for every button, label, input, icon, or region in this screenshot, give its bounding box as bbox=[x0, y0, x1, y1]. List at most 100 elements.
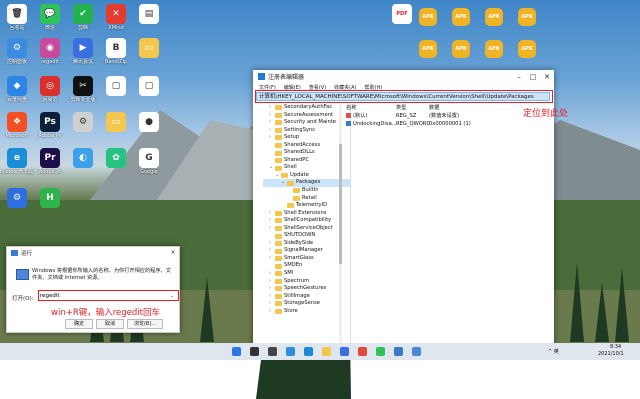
tree-node[interactable]: TelemetryID bbox=[263, 202, 350, 210]
apk-file-icon[interactable]: APK bbox=[516, 40, 538, 62]
tree-node[interactable]: Retail bbox=[263, 195, 350, 203]
chrome-icon[interactable] bbox=[358, 347, 367, 356]
desktop-shortcut[interactable]: Ps Adobe Ps bbox=[33, 112, 67, 139]
start-icon[interactable] bbox=[232, 347, 241, 356]
desktop-shortcut[interactable]: ⚙ 控制面板 bbox=[0, 38, 34, 65]
edge-icon[interactable] bbox=[304, 347, 313, 356]
registry-editor-window[interactable]: 注册表编辑器 – □ ✕ 文件(F) 编辑(E) 查看(V) 收藏夹(A) 帮助… bbox=[253, 70, 568, 399]
desktop-shortcut[interactable]: 💬 微信 bbox=[33, 4, 67, 31]
tree-node[interactable]: › SecureAssessment bbox=[263, 112, 350, 120]
app-icon: e bbox=[7, 148, 27, 168]
desktop-shortcut[interactable]: ✿ bbox=[99, 148, 133, 169]
desktop-shortcut[interactable]: ❖ Microsoft bbox=[0, 112, 34, 139]
desktop-shortcut[interactable]: ✕ XMind bbox=[99, 4, 133, 31]
apk-file-icon[interactable]: APK bbox=[417, 40, 439, 62]
widgets-icon[interactable] bbox=[286, 347, 295, 356]
tree-node[interactable]: › ShellCompatibility bbox=[263, 217, 350, 225]
desktop-shortcut[interactable]: ◎ 网易云 bbox=[33, 76, 67, 103]
minimize-icon[interactable]: – bbox=[512, 73, 526, 81]
tree-node[interactable]: › Security and Mainte bbox=[263, 119, 350, 127]
tree-node[interactable]: BuiltIn bbox=[263, 187, 350, 195]
app-icon: ✿ bbox=[106, 148, 126, 168]
tree-node[interactable]: SharedDLLs bbox=[263, 149, 350, 157]
desktop-shortcut[interactable]: ⚙ bbox=[0, 188, 34, 209]
tree-node[interactable]: › SecondaryAuthFac bbox=[263, 104, 350, 112]
tree-node[interactable]: › Store bbox=[263, 308, 350, 316]
tree-node[interactable]: ⌄ Packages bbox=[263, 179, 350, 188]
search-icon[interactable] bbox=[250, 347, 259, 356]
desktop-shortcut[interactable]: Pr Adobe Pr bbox=[33, 148, 67, 175]
desktop-shortcut[interactable]: G Google bbox=[132, 148, 166, 175]
clock-time[interactable]: 8:34 bbox=[610, 344, 621, 350]
regedit-icon[interactable] bbox=[394, 347, 403, 356]
tree-node[interactable]: SMDEn bbox=[263, 262, 350, 270]
tree-node[interactable]: › SMI bbox=[263, 270, 350, 278]
tree-node[interactable]: SHUTDOWN bbox=[263, 232, 350, 240]
scrollbar-thumb[interactable] bbox=[339, 144, 342, 264]
tree-node[interactable]: ⌄ Update bbox=[263, 172, 350, 180]
chevron-down-icon[interactable]: ⌄ bbox=[170, 293, 174, 299]
apk-file-icon[interactable]: APK bbox=[516, 8, 538, 30]
apk-file-icon[interactable]: APK bbox=[417, 8, 439, 30]
desktop-shortcut[interactable]: ◐ bbox=[66, 148, 100, 169]
value-row[interactable]: (默认) REG_SZ (数值未设置) bbox=[346, 112, 551, 120]
desktop-shortcut[interactable]: ◆ 百度网盘 bbox=[0, 76, 34, 103]
tree-node[interactable]: › Setup bbox=[263, 134, 350, 142]
desktop-shortcut[interactable]: ▶ 腾讯会议 bbox=[66, 38, 100, 65]
desktop-shortcut[interactable]: ✔ 剪映 bbox=[66, 4, 100, 31]
tree-node[interactable]: › SpeechGestures bbox=[263, 285, 350, 293]
store-icon[interactable] bbox=[340, 347, 349, 356]
tree-node[interactable]: › Spectrum bbox=[263, 278, 350, 286]
desktop-shortcut[interactable]: ✂ 剪映专业版 bbox=[66, 76, 100, 103]
desktop-shortcut[interactable]: ▤ bbox=[132, 4, 166, 25]
desktop-shortcut[interactable]: 🗑 回收站 bbox=[0, 4, 34, 31]
tree-node[interactable]: › StillImage bbox=[263, 293, 350, 301]
tree-scrollbar[interactable] bbox=[339, 104, 342, 344]
browse-button[interactable]: 浏览(B)... bbox=[127, 319, 163, 329]
desktop-shortcut[interactable]: B BandiZip bbox=[99, 38, 133, 65]
desktop-shortcut[interactable]: H bbox=[33, 188, 67, 209]
tree-node[interactable]: › StorageSense bbox=[263, 300, 350, 308]
run-titlebar[interactable]: 运行 ✕ bbox=[7, 247, 179, 258]
maximize-icon[interactable]: □ bbox=[526, 73, 540, 81]
tree-node[interactable]: SharedPC bbox=[263, 157, 350, 165]
desktop-shortcut[interactable]: ▢ bbox=[132, 76, 166, 97]
apk-file-icon[interactable]: APK bbox=[450, 40, 472, 62]
cancel-button[interactable]: 取消 bbox=[96, 319, 124, 329]
close-icon[interactable]: ✕ bbox=[167, 250, 179, 256]
wechat-icon[interactable] bbox=[376, 347, 385, 356]
run-icon[interactable] bbox=[412, 347, 421, 356]
apk-file-icon[interactable]: APK bbox=[483, 40, 505, 62]
column-type[interactable]: 类型 bbox=[396, 104, 429, 112]
tray-status[interactable]: ^ 英 bbox=[548, 348, 559, 355]
explorer-icon[interactable] bbox=[322, 347, 331, 356]
tree-node[interactable]: ⌄ Shell bbox=[263, 164, 350, 172]
column-name[interactable]: 名称 bbox=[346, 104, 396, 112]
desktop-shortcut[interactable]: ● bbox=[132, 112, 166, 133]
column-data[interactable]: 数据 bbox=[429, 104, 519, 112]
desktop-shortcut[interactable]: e Microsoft Edge bbox=[0, 148, 34, 175]
close-icon[interactable]: ✕ bbox=[540, 73, 554, 81]
tree-node[interactable]: › SideBySide bbox=[263, 240, 350, 248]
tree-node[interactable]: › SettingSync bbox=[263, 127, 350, 135]
apk-file-icon[interactable]: APK bbox=[450, 8, 472, 30]
desktop-shortcut[interactable]: ◉ regedit bbox=[33, 38, 67, 65]
run-command-input[interactable] bbox=[40, 292, 176, 299]
clock-date[interactable]: 2021/10/1 bbox=[598, 351, 624, 357]
tree-node[interactable]: › SignalManager bbox=[263, 247, 350, 255]
tree-node[interactable]: › ShellServiceObject bbox=[263, 225, 350, 233]
pdf-file-icon[interactable]: PDF bbox=[385, 4, 419, 24]
regedit-titlebar[interactable]: 注册表编辑器 – □ ✕ bbox=[253, 70, 554, 83]
desktop-shortcut[interactable]: ▭ bbox=[99, 112, 133, 133]
tree-node[interactable]: › SmartGlass bbox=[263, 255, 350, 263]
taskview-icon[interactable] bbox=[268, 347, 277, 356]
desktop-shortcut[interactable]: ▢ bbox=[99, 76, 133, 97]
ok-button[interactable]: 确定 bbox=[65, 319, 93, 329]
tree-node[interactable]: SharedAccess bbox=[263, 142, 350, 150]
desktop-shortcut[interactable]: ⚙ bbox=[66, 112, 100, 133]
value-row[interactable]: UndockingDisa... REG_QWORD 0x00000001 (1) bbox=[346, 120, 551, 128]
apk-file-icon[interactable]: APK bbox=[483, 8, 505, 30]
run-dialog[interactable]: 运行 ✕ Windows 将根据你所输入的名称，为你打开相应的程序、文件夹、文档… bbox=[6, 246, 180, 333]
desktop-shortcut[interactable]: ▭ bbox=[132, 38, 166, 59]
tree-node[interactable]: › Shell Extensions bbox=[263, 210, 350, 218]
